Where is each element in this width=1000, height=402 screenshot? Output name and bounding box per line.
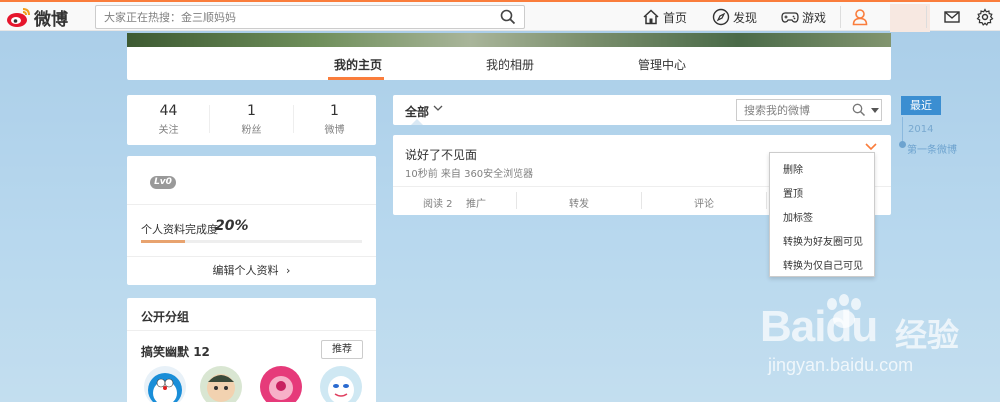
stat-following-count: 44	[159, 103, 178, 119]
post-options-menu: 删除 置顶 加标签 转换为好友圈可见 转换为仅自己可见	[769, 152, 875, 277]
search-icon[interactable]	[852, 103, 866, 117]
post-promote[interactable]: 推广	[466, 195, 486, 210]
stat-followers[interactable]: 1 粉丝	[210, 103, 293, 136]
profile-level-card: Lv0 个人资料完成度 20% 编辑个人资料 ›	[127, 156, 376, 285]
nav-game-label: 游戏	[802, 10, 827, 25]
search-icon[interactable]	[500, 9, 516, 25]
global-search	[95, 5, 525, 29]
logo-text: 微博	[34, 9, 68, 30]
completion-progress-fill	[141, 240, 186, 243]
menu-item-pin[interactable]: 置顶	[783, 185, 803, 200]
global-search-input[interactable]	[96, 6, 476, 28]
edit-profile-label: 编辑个人资料	[212, 264, 279, 277]
profile-tabs: 我的主页 我的相册 管理中心	[127, 47, 891, 80]
stat-following[interactable]: 44 关注	[127, 103, 210, 136]
caret-down-icon[interactable]	[871, 108, 879, 113]
nav-discover[interactable]: 发现	[712, 7, 757, 27]
top-bar: 微博 首页 发现 游戏	[0, 0, 1000, 32]
completion-progress-bar	[141, 240, 362, 243]
nav-home-label: 首页	[663, 10, 688, 25]
nav-settings[interactable]	[976, 7, 997, 27]
nav-divider	[840, 6, 841, 28]
user-icon	[852, 9, 868, 26]
avatar[interactable]	[200, 366, 242, 402]
weibo-logo[interactable]: 微博	[6, 5, 70, 30]
completion-percent: 20%	[215, 218, 249, 234]
nav-divider	[926, 6, 927, 28]
tab-management[interactable]: 管理中心	[638, 56, 686, 73]
menu-item-friends-only[interactable]: 转换为好友圈可见	[783, 233, 863, 248]
tab-my-home[interactable]: 我的主页	[334, 56, 382, 73]
group-name-label: 搞笑幽默	[141, 345, 190, 359]
nav-home[interactable]: 首页	[642, 7, 687, 27]
profile-stats: 44 关注 1 粉丝 1 微博	[127, 95, 376, 145]
chevron-down-icon[interactable]	[433, 103, 443, 113]
nav-discover-label: 发现	[733, 10, 758, 25]
menu-item-add-tag[interactable]: 加标签	[783, 209, 813, 224]
watermark-brand-cn: 经验	[895, 316, 960, 354]
watermark-url: jingyan.baidu.com	[768, 355, 914, 375]
white-cartoon-avatar-icon	[320, 366, 362, 402]
stat-following-label: 关注	[158, 125, 179, 136]
discover-icon	[712, 8, 730, 26]
post-meta: 10秒前 来自 360安全浏览器	[405, 169, 534, 180]
pink-avatar-icon	[260, 366, 302, 402]
post-comment[interactable]: 评论	[694, 195, 714, 210]
profile-cover-image	[127, 33, 891, 47]
chevron-right-icon: ›	[286, 264, 291, 277]
nav-profile[interactable]	[851, 7, 872, 27]
menu-item-private[interactable]: 转换为仅自己可见	[783, 257, 863, 272]
action-divider	[766, 192, 767, 209]
post-repost[interactable]: 转发	[569, 195, 589, 210]
active-tab-indicator	[328, 77, 384, 80]
stat-followers-label: 粉丝	[241, 125, 262, 136]
nav-messages[interactable]	[943, 7, 964, 27]
menu-item-delete[interactable]: 删除	[783, 161, 803, 176]
timeline-year[interactable]: 2014	[908, 124, 933, 135]
header-highlight	[890, 4, 930, 32]
post-text: 说好了不见面	[405, 148, 478, 162]
public-groups-card: 公开分组 搞笑幽默 12 推荐	[127, 298, 376, 402]
home-icon	[643, 9, 659, 25]
action-divider	[516, 192, 517, 209]
card-divider	[127, 204, 376, 205]
weibo-logo-icon	[7, 8, 30, 27]
avatar[interactable]	[260, 366, 302, 402]
filter-all-dropdown[interactable]: 全部	[405, 103, 429, 120]
post-read-count: 阅读 2	[423, 199, 453, 210]
card-divider	[127, 330, 376, 331]
stat-posts-label: 微博	[324, 125, 345, 136]
public-groups-title: 公开分组	[141, 310, 190, 324]
completion-label: 个人资料完成度	[141, 223, 218, 236]
mail-icon	[944, 11, 960, 23]
nav-game[interactable]: 游戏	[781, 7, 826, 27]
level-badge[interactable]: Lv0	[150, 176, 176, 189]
edit-profile-link[interactable]: 编辑个人资料 ›	[127, 262, 376, 278]
chevron-down-icon[interactable]	[865, 142, 877, 152]
cartoon-avatar-icon	[200, 366, 242, 402]
my-weibo-search	[736, 99, 882, 121]
avatar[interactable]	[144, 366, 186, 402]
stat-posts[interactable]: 1 微博	[293, 103, 376, 136]
tab-my-album[interactable]: 我的相册	[486, 56, 534, 73]
group-count: 12	[193, 345, 210, 359]
filter-pointer	[411, 119, 423, 125]
stat-posts-count: 1	[330, 103, 339, 119]
group-name[interactable]: 搞笑幽默 12	[141, 343, 210, 360]
action-divider	[641, 192, 642, 209]
timeline-first-post[interactable]: 第一条微博	[907, 141, 957, 156]
timeline-recent[interactable]: 最近	[901, 96, 941, 115]
gamepad-icon	[781, 12, 799, 23]
avatar[interactable]	[320, 366, 362, 402]
doraemon-avatar-icon	[144, 366, 186, 402]
card-divider	[127, 256, 376, 257]
recommend-button[interactable]: 推荐	[321, 340, 363, 359]
watermark-brand: Baidu	[760, 302, 878, 351]
baidu-jingyan-watermark: Baidu 经验 jingyan.baidu.com	[740, 290, 975, 385]
feed-filter-bar: 全部	[393, 95, 891, 125]
my-weibo-search-input[interactable]	[737, 100, 845, 120]
stat-followers-count: 1	[247, 103, 256, 119]
timeline-dot	[899, 141, 906, 148]
gear-icon	[976, 8, 994, 26]
